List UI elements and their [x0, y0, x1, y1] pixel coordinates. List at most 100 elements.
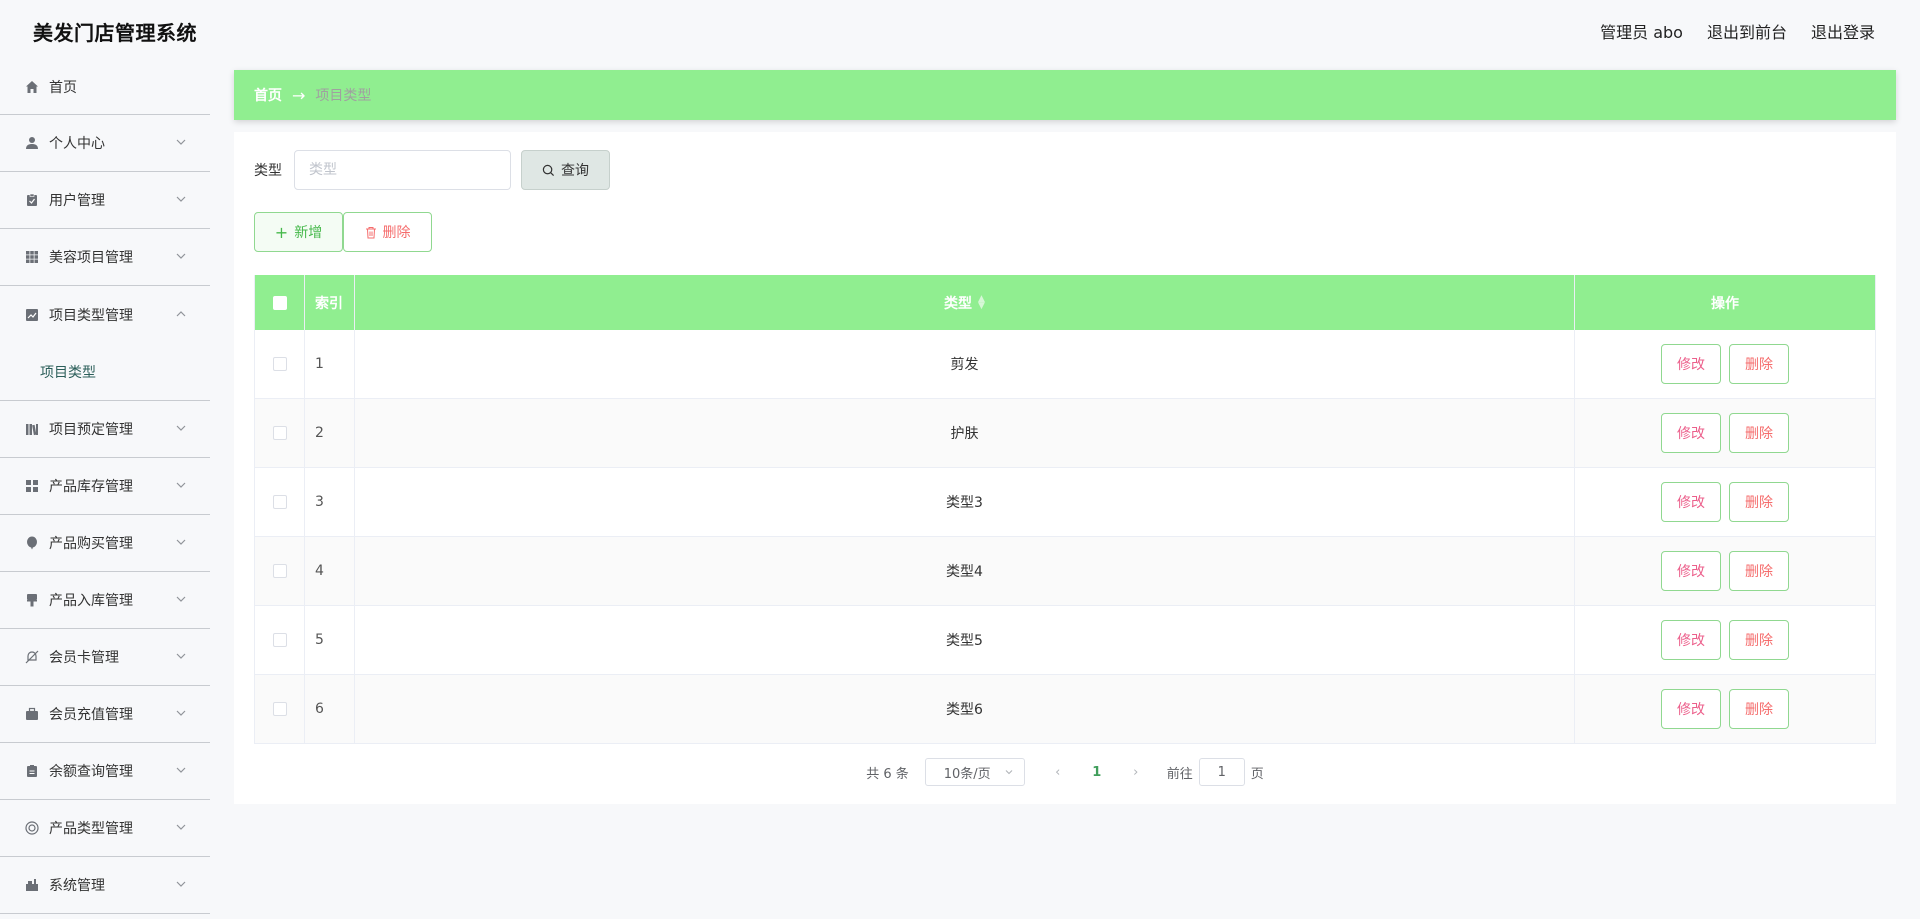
edit-button[interactable]: 修改 [1661, 482, 1721, 522]
sidebar-item-product-inventory[interactable]: 产品库存管理 [0, 458, 210, 515]
sidebar-subitem-project-type[interactable]: 项目类型 [0, 343, 210, 401]
sidebar-item-label: 余额查询管理 [49, 764, 133, 780]
chevron-down-icon [176, 767, 186, 773]
settings-icon [24, 877, 40, 893]
clipboard-icon [24, 192, 40, 208]
breadcrumb-home[interactable]: 首页 [254, 85, 282, 105]
sidebar-item-member-card[interactable]: 会员卡管理 [0, 629, 210, 686]
sidebar-item-product-type-management[interactable]: 产品类型管理 [0, 800, 210, 857]
chevron-down-icon [176, 139, 186, 145]
sidebar-item-label: 美容项目管理 [49, 250, 133, 266]
edit-button[interactable]: 修改 [1661, 413, 1721, 453]
sidebar-item-product-purchase[interactable]: 产品购买管理 [0, 515, 210, 572]
row-checkbox-cell [255, 399, 305, 467]
pagination: 共 6 条 10条/页 ‹ 1 › 前往 页 [234, 758, 1896, 786]
sidebar-item-label: 会员充值管理 [49, 707, 133, 723]
plus-icon: + [274, 222, 289, 242]
sidebar-item-project-booking[interactable]: 项目预定管理 [0, 401, 210, 458]
library-icon [24, 421, 40, 437]
row-checkbox[interactable] [272, 495, 287, 509]
row-checkbox[interactable] [272, 357, 287, 371]
sidebar-item-label: 个人中心 [49, 136, 105, 152]
page-number[interactable]: 1 [1073, 765, 1121, 780]
chevron-down-icon [176, 196, 186, 202]
edit-button[interactable]: 修改 [1661, 551, 1721, 591]
chevron-down-icon [176, 482, 186, 488]
delete-button[interactable]: 删除 [1729, 344, 1789, 384]
row-checkbox[interactable] [272, 633, 287, 647]
delete-button[interactable]: 删除 [1729, 482, 1789, 522]
chevron-down-icon [176, 824, 186, 830]
delete-button[interactable]: 删除 [1729, 689, 1789, 729]
row-index: 1 [305, 330, 355, 398]
page-size-select[interactable]: 10条/页 [924, 758, 1025, 786]
header-index: 索引 [305, 275, 355, 330]
balloon-icon [24, 535, 40, 551]
top-bar: 美发门店管理系统 管理员 abo 退出到前台 退出登录 [0, 0, 1920, 60]
user-icon [24, 135, 40, 151]
row-operations: 修改 删除 [1575, 399, 1875, 467]
table-row: 6 类型6 修改 删除 [255, 675, 1875, 744]
table-header: 索引 类型 ▲ ▼ 操作 [255, 275, 1875, 330]
table-row: 4 类型4 修改 删除 [255, 537, 1875, 606]
sidebar-item-label: 产品购买管理 [49, 536, 133, 552]
row-operations: 修改 删除 [1575, 606, 1875, 674]
chevron-up-icon [176, 310, 186, 316]
logout-link[interactable]: 退出登录 [1811, 19, 1875, 43]
exit-to-front-link[interactable]: 退出到前台 [1707, 19, 1787, 43]
header-operation: 操作 [1711, 295, 1739, 312]
chart-icon [24, 307, 40, 323]
table-row: 3 类型3 修改 删除 [255, 468, 1875, 537]
trash-icon [365, 226, 376, 238]
type-search-input[interactable] [294, 150, 511, 190]
row-checkbox[interactable] [272, 426, 287, 440]
batch-delete-button[interactable]: 删除 [343, 212, 432, 252]
sidebar-item-label: 用户管理 [49, 193, 105, 209]
sidebar-item-beauty-project[interactable]: 美容项目管理 [0, 229, 210, 286]
goto-page-input[interactable] [1198, 758, 1245, 786]
row-checkbox-cell [255, 606, 305, 674]
project-type-table: 索引 类型 ▲ ▼ 操作 1 剪发 修改 删除 2 护肤 修改 删除 3 类型3… [254, 275, 1876, 744]
goto-suffix: 页 [1250, 766, 1264, 782]
next-page-button[interactable]: › [1121, 765, 1151, 780]
sidebar-item-balance-query[interactable]: 余额查询管理 [0, 743, 210, 800]
chevron-down-icon [176, 425, 186, 431]
select-all-checkbox[interactable] [272, 295, 287, 310]
sidebar-item-user-management[interactable]: 用户管理 [0, 172, 210, 229]
add-button-label: 新增 [294, 225, 323, 241]
prev-page-button[interactable]: ‹ [1043, 765, 1073, 780]
edit-button[interactable]: 修改 [1661, 620, 1721, 660]
sidebar-item-member-recharge[interactable]: 会员充值管理 [0, 686, 210, 743]
row-operations: 修改 删除 [1575, 330, 1875, 398]
search-button[interactable]: 查询 [521, 150, 610, 190]
sidebar-item-system-management[interactable]: 系统管理 [0, 857, 210, 914]
admin-label: 管理员 abo [1600, 23, 1683, 42]
add-button[interactable]: + 新增 [254, 212, 343, 252]
sidebar-item-label: 产品入库管理 [49, 593, 133, 609]
sidebar-item-label: 产品类型管理 [49, 821, 133, 837]
chevron-down-icon [176, 653, 186, 659]
header-type-label: 类型 [944, 295, 973, 312]
home-icon [24, 79, 40, 95]
edit-button[interactable]: 修改 [1661, 689, 1721, 729]
row-checkbox[interactable] [272, 702, 287, 716]
page-size-value: 10条/页 [943, 766, 991, 782]
row-type: 护肤 [355, 399, 1575, 467]
delete-button[interactable]: 删除 [1729, 413, 1789, 453]
header-type[interactable]: 类型 ▲ ▼ [355, 275, 1575, 330]
brush-icon [24, 592, 40, 608]
sort-icon[interactable]: ▲ ▼ [978, 294, 985, 310]
breadcrumb: 首页 → 项目类型 [234, 70, 1896, 120]
breadcrumb-current: 项目类型 [315, 88, 372, 104]
delete-button[interactable]: 删除 [1729, 551, 1789, 591]
sidebar-item-product-stock-in[interactable]: 产品入库管理 [0, 572, 210, 629]
sidebar-item-project-type-management[interactable]: 项目类型管理 [0, 286, 210, 343]
sidebar-item-personal-center[interactable]: 个人中心 [0, 115, 210, 172]
sidebar-item-home[interactable]: 首页 [0, 60, 210, 115]
delete-button[interactable]: 删除 [1729, 620, 1789, 660]
row-checkbox-cell [255, 537, 305, 605]
search-button-label: 查询 [561, 163, 589, 179]
edit-button[interactable]: 修改 [1661, 344, 1721, 384]
row-checkbox[interactable] [272, 564, 287, 578]
chevron-down-icon [176, 596, 186, 602]
